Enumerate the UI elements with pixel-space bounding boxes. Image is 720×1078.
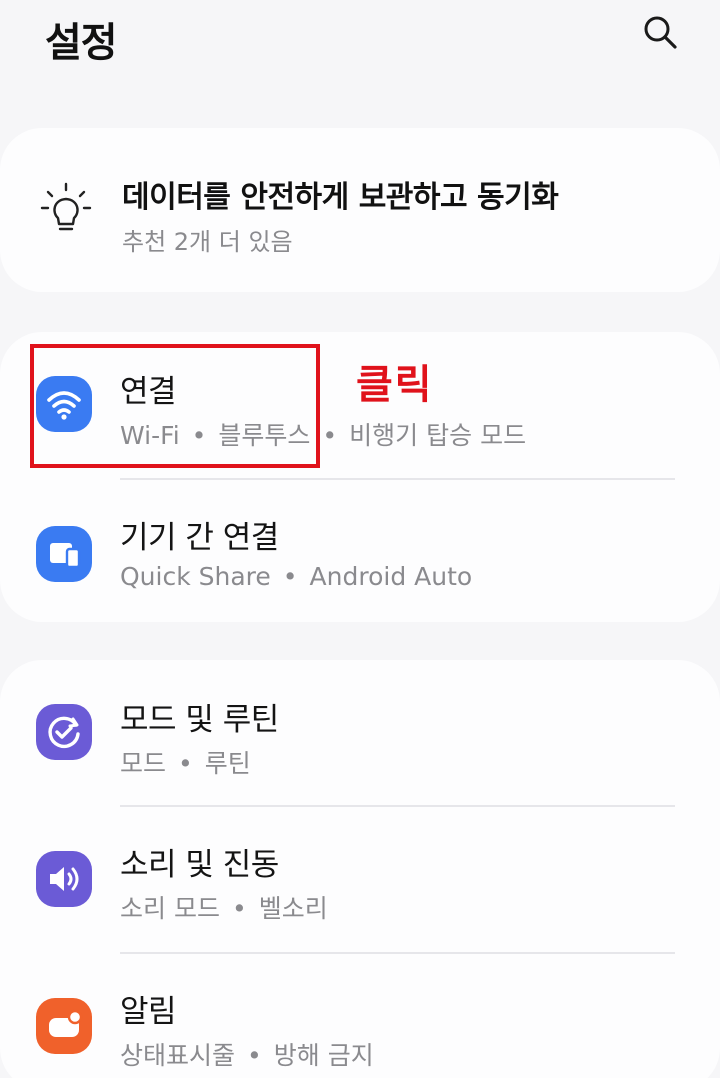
speaker-icon [36,851,92,907]
notifications-title: 알림 [120,994,177,1030]
suggestion-subtitle: 추천 2개 더 있음 [122,228,293,256]
subtitle-part: 루틴 [204,749,251,778]
subtitle-part: Quick Share [120,562,271,591]
settings-item-notifications[interactable]: 알림 상태표시줄 • 방해 금지 [0,954,720,1078]
subtitle-part: 벨소리 [258,894,328,923]
subtitle-part: 비행기 탑승 모드 [349,421,527,450]
devices-icon [36,526,92,582]
subtitle-part: Android Auto [309,562,473,591]
notification-icon [36,998,92,1054]
settings-screen: 설정 데이터를 안전하게 보관하고 동기화 추천 2개 더 있음 연결 Wi-F… [0,0,720,1078]
sound-vibration-subtitle: 소리 모드 • 벨소리 [120,889,328,925]
modes-routines-icon [36,704,92,760]
settings-item-modes-routines[interactable]: 모드 및 루틴 모드 • 루틴 [0,668,720,804]
search-icon [644,16,677,49]
subtitle-part: 상태표시줄 [120,1041,236,1070]
separator: • [282,562,298,591]
search-button[interactable] [636,8,684,56]
separator: • [322,421,338,450]
separator: • [231,894,247,923]
separator: • [247,1041,262,1070]
settings-item-connected-devices[interactable]: 기기 간 연결 Quick Share • Android Auto [0,480,720,620]
lightbulb-icon [40,182,92,231]
subtitle-part: 방해 금지 [273,1041,374,1070]
page-title: 설정 [45,20,118,66]
suggestion-title: 데이터를 안전하게 보관하고 동기화 [122,180,559,215]
highlight-annotation-box [30,344,320,468]
settings-item-sound-vibration[interactable]: 소리 및 진동 소리 모드 • 벨소리 [0,807,720,951]
modes-routines-title: 모드 및 루틴 [120,702,279,738]
connected-devices-title: 기기 간 연결 [120,520,279,556]
separator: • [178,749,193,778]
notifications-subtitle: 상태표시줄 • 방해 금지 [120,1036,374,1072]
modes-routines-subtitle: 모드 • 루틴 [120,744,251,780]
click-annotation-label: 클릭 [356,362,434,408]
subtitle-part: 모드 [120,749,167,778]
sound-vibration-title: 소리 및 진동 [120,847,279,883]
subtitle-part: 소리 모드 [120,894,220,923]
connected-devices-subtitle: Quick Share • Android Auto [120,562,472,591]
